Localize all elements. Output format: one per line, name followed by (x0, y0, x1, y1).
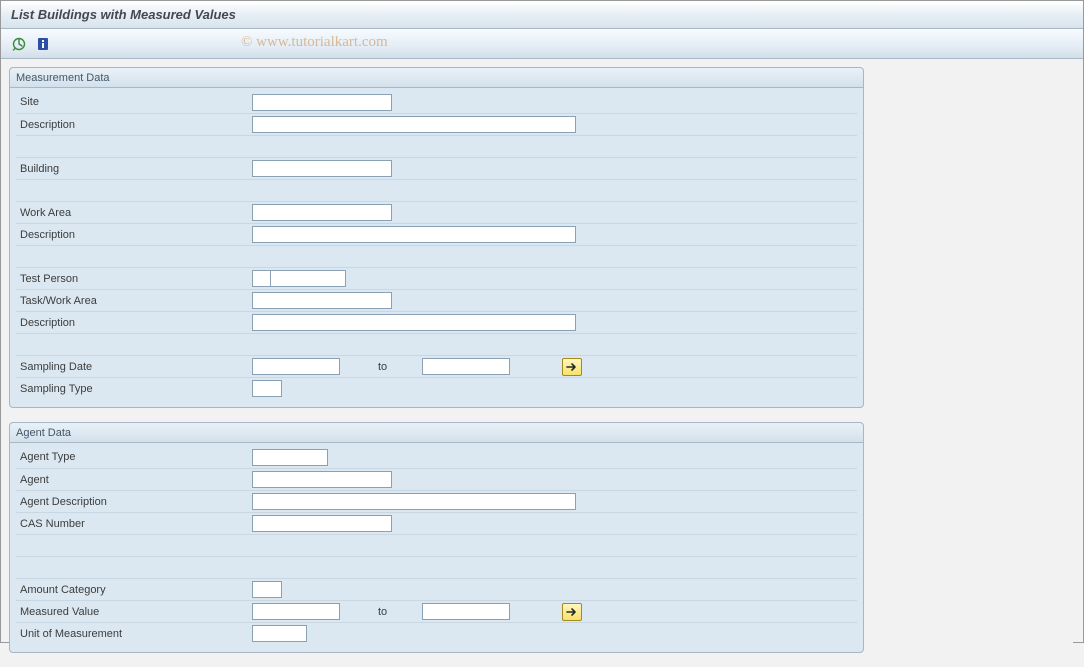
row-desc3: Description (16, 311, 857, 333)
row-cas: CAS Number (16, 512, 857, 534)
spacer (16, 179, 857, 201)
label-taskwa: Task/Work Area (16, 295, 252, 307)
info-button[interactable] (33, 34, 53, 54)
cas-number-input[interactable] (252, 515, 392, 532)
page-title: List Buildings with Measured Values (11, 7, 236, 22)
spacer (16, 556, 857, 578)
sap-page: List Buildings with Measured Values © ww… (0, 0, 1084, 643)
label-cas: CAS Number (16, 518, 252, 530)
description2-input[interactable] (252, 226, 576, 243)
row-taskwa: Task/Work Area (16, 289, 857, 311)
row-samptype: Sampling Type (16, 377, 857, 399)
label-desc2: Description (16, 229, 252, 241)
testperson-input-b[interactable] (270, 270, 346, 287)
label-agenttype: Agent Type (16, 451, 252, 463)
watermark-text: © www.tutorialkart.com (241, 34, 388, 51)
label-agent: Agent (16, 474, 252, 486)
label-samptype: Sampling Type (16, 383, 252, 395)
execute-button[interactable] (9, 34, 29, 54)
row-agentdesc: Agent Description (16, 490, 857, 512)
group-header-agent: Agent Data (10, 423, 863, 443)
label-desc1: Description (16, 119, 252, 131)
row-testperson: Test Person (16, 267, 857, 289)
label-desc3: Description (16, 317, 252, 329)
label-uom: Unit of Measurement (16, 628, 252, 640)
label-measval: Measured Value (16, 606, 252, 618)
group-title: Agent Data (16, 427, 71, 439)
agent-type-input[interactable] (252, 449, 328, 466)
description1-input[interactable] (252, 116, 576, 133)
amount-category-input[interactable] (252, 581, 282, 598)
group-body-measurement: Site Description (10, 88, 863, 407)
group-measurement-data: Measurement Data Site Description (9, 67, 864, 408)
unit-of-measurement-input[interactable] (252, 625, 307, 642)
label-agentdesc: Agent Description (16, 496, 252, 508)
label-sampdate: Sampling Date (16, 361, 252, 373)
measured-value-multiselect-button[interactable] (562, 603, 582, 621)
titlebar: List Buildings with Measured Values (1, 1, 1083, 29)
description3-input[interactable] (252, 314, 576, 331)
label-building: Building (16, 163, 252, 175)
agent-input[interactable] (252, 471, 392, 488)
row-building: Building (16, 157, 857, 179)
sampling-date-from-input[interactable] (252, 358, 340, 375)
label-workarea: Work Area (16, 207, 252, 219)
spacer (16, 534, 857, 556)
label-site: Site (16, 96, 252, 108)
row-site: Site (16, 91, 857, 113)
group-title: Measurement Data (16, 72, 110, 84)
spacer (16, 135, 857, 157)
agent-description-input[interactable] (252, 493, 576, 510)
sampling-date-multiselect-button[interactable] (562, 358, 582, 376)
sampling-date-to-input[interactable] (422, 358, 510, 375)
measured-value-to-input[interactable] (422, 603, 510, 620)
row-sampdate: Sampling Date to (16, 355, 857, 377)
row-agent: Agent (16, 468, 857, 490)
spacer (16, 245, 857, 267)
site-input[interactable] (252, 94, 392, 111)
row-agenttype: Agent Type (16, 446, 857, 468)
group-body-agent: Agent Type Agent Agent Description (10, 443, 863, 652)
right-empty-area (864, 67, 1073, 667)
toolbar: © www.tutorialkart.com (1, 29, 1083, 59)
measured-value-from-input[interactable] (252, 603, 340, 620)
arrow-right-icon (566, 362, 578, 372)
group-header-measurement: Measurement Data (10, 68, 863, 88)
row-uom: Unit of Measurement (16, 622, 857, 644)
label-to-measval: to (378, 606, 412, 618)
row-desc1: Description (16, 113, 857, 135)
row-amountcat: Amount Category (16, 578, 857, 600)
execute-icon (12, 37, 26, 51)
row-workarea: Work Area (16, 201, 857, 223)
spacer (16, 333, 857, 355)
sampling-type-input[interactable] (252, 380, 282, 397)
label-amountcat: Amount Category (16, 584, 252, 596)
taskworkarea-input[interactable] (252, 292, 392, 309)
workarea-input[interactable] (252, 204, 392, 221)
content-area: Measurement Data Site Description (1, 59, 1083, 667)
row-desc2: Description (16, 223, 857, 245)
row-measval: Measured Value to (16, 600, 857, 622)
label-testperson: Test Person (16, 273, 252, 285)
info-icon (36, 37, 50, 51)
building-input[interactable] (252, 160, 392, 177)
label-to-sampdate: to (378, 361, 412, 373)
group-agent-data: Agent Data Agent Type Agent (9, 422, 864, 653)
testperson-input-a[interactable] (252, 270, 270, 287)
form-column: Measurement Data Site Description (9, 67, 864, 667)
arrow-right-icon (566, 607, 578, 617)
